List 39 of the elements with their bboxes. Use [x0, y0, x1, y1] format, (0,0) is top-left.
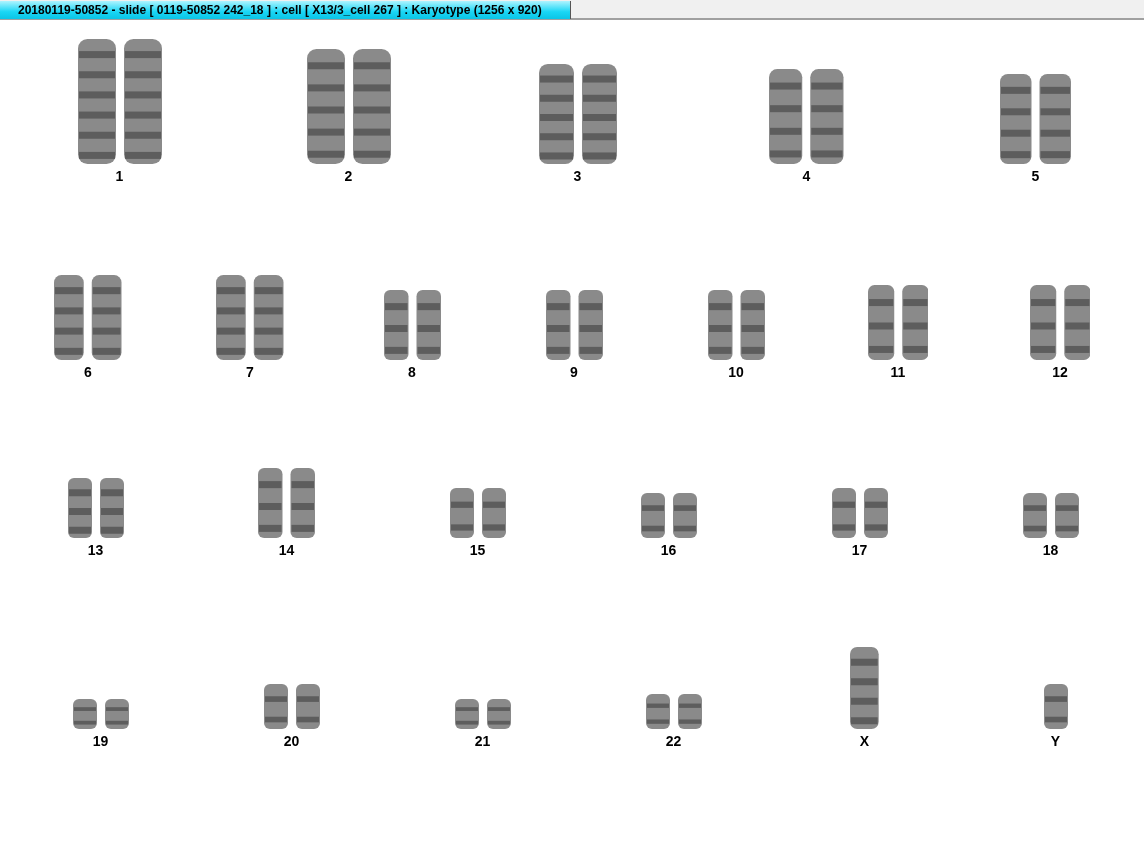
chromosome-label: 7	[246, 364, 254, 380]
chromosome-label: Y	[1050, 733, 1061, 749]
chromosome-pair-drawing	[707, 290, 765, 360]
chromosome-label: 3	[573, 168, 582, 184]
chromosome-label: 14	[278, 542, 295, 558]
chromosome-label: 8	[408, 364, 416, 380]
chromosome-pair-drawing	[72, 699, 129, 729]
chromosome-pair-drawing	[831, 488, 888, 538]
chromosome-label: 5	[1031, 168, 1040, 184]
chromosome-pair-drawing	[1022, 493, 1079, 538]
chromosome-label: 18	[1042, 542, 1059, 558]
chromosome-label: 16	[660, 542, 677, 558]
chromosome-label: X	[859, 733, 870, 749]
chromosome-label: 20	[283, 733, 300, 749]
chromosome-label: 2	[344, 168, 353, 184]
chromosome-label: 6	[84, 364, 92, 380]
chromosome-pair-drawing	[383, 290, 441, 360]
chromosome-label: 4	[802, 168, 811, 184]
chromosome-label: 12	[1052, 364, 1068, 380]
chromosome-pair-drawing	[454, 699, 511, 729]
chromosome-pair-drawing	[640, 493, 697, 538]
chromosome-label: 1	[115, 168, 124, 184]
chromosome-label: 10	[728, 364, 744, 380]
chromosome-label: 15	[469, 542, 486, 558]
chromosome-pair-drawing	[449, 488, 506, 538]
chromosome-label: 19	[92, 733, 109, 749]
chromosome-label: 17	[851, 542, 868, 558]
chromosome-pair-drawing	[263, 684, 320, 729]
chromosome-label: 21	[474, 733, 491, 749]
chromosome-pair-drawing	[67, 478, 124, 538]
chromosome-pair-drawing	[258, 468, 315, 538]
chromosome-label: 13	[87, 542, 104, 558]
chromosome-drawing	[1043, 684, 1068, 729]
chromosome-label: 22	[665, 733, 682, 749]
chromosome-pair-drawing	[545, 290, 603, 360]
chromosome-pair-drawing	[645, 694, 702, 729]
window-title: 20180119-50852 - slide [ 0119-50852 242_18 ] : cell [ X13/3_cell 267 ] : Karyotype (1256 x 920)	[0, 1, 571, 19]
chromosome-label: 11	[890, 364, 906, 380]
chromosome-label: 9	[570, 364, 578, 380]
